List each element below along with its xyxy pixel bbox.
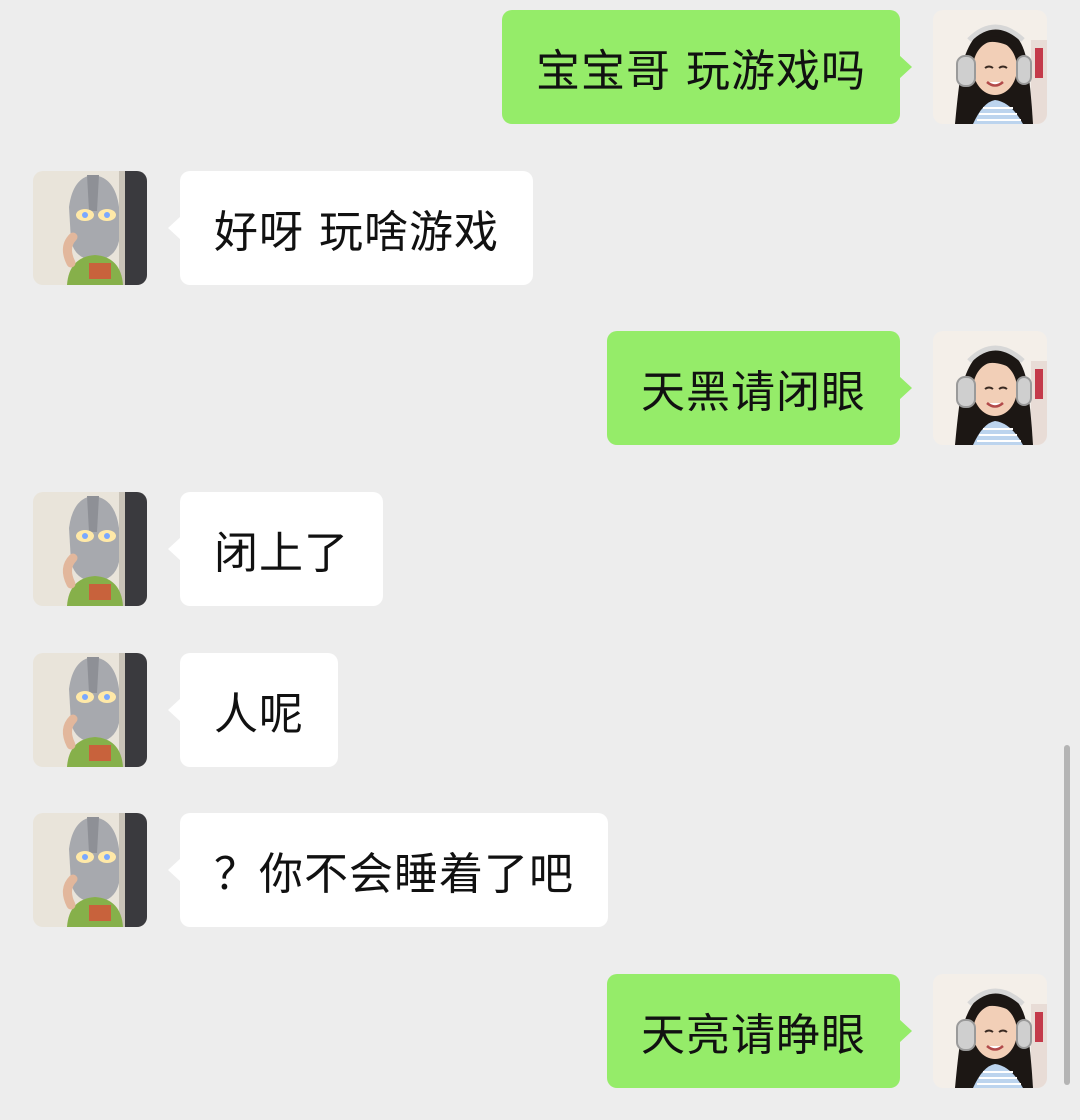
bubble-tail (899, 376, 912, 400)
self-avatar[interactable] (933, 331, 1047, 445)
message-row: 人呢 (0, 653, 1080, 767)
message-bubble-incoming[interactable]: ？你不会睡着了吧 (180, 813, 608, 927)
bubble-tail (899, 55, 912, 79)
self-avatar[interactable] (933, 10, 1047, 124)
message-bubble-incoming[interactable]: 闭上了 (180, 492, 383, 606)
chat-area[interactable]: 宝宝哥 玩游戏吗 好呀 玩啥游戏 天黑请闭眼 闭上了 人呢 ？你不会睡着了吧 天… (0, 0, 1080, 1120)
message-bubble-incoming[interactable]: 人呢 (180, 653, 338, 767)
message-row: 好呀 玩啥游戏 (0, 171, 1080, 285)
message-text: 人呢 (214, 689, 304, 740)
girl-with-headphones-avatar-icon (933, 974, 1047, 1088)
message-row: 天黑请闭眼 (0, 331, 1080, 445)
message-row: 宝宝哥 玩游戏吗 (0, 10, 1080, 124)
girl-with-headphones-avatar-icon (933, 331, 1047, 445)
self-avatar[interactable] (933, 974, 1047, 1088)
message-text: ？你不会睡着了吧 (214, 849, 574, 900)
message-row: 天亮请睁眼 (0, 974, 1080, 1088)
message-row: ？你不会睡着了吧 (0, 813, 1080, 927)
message-bubble-outgoing[interactable]: 宝宝哥 玩游戏吗 (502, 10, 900, 124)
contact-avatar[interactable] (33, 171, 147, 285)
message-row: 闭上了 (0, 492, 1080, 606)
girl-with-headphones-avatar-icon (933, 10, 1047, 124)
message-text: 宝宝哥 玩游戏吗 (536, 46, 866, 97)
message-bubble-incoming[interactable]: 好呀 玩啥游戏 (180, 171, 533, 285)
message-text: 天黑请闭眼 (641, 367, 866, 418)
message-bubble-outgoing[interactable]: 天黑请闭眼 (607, 331, 900, 445)
contact-avatar[interactable] (33, 653, 147, 767)
message-text: 天亮请睁眼 (641, 1010, 866, 1061)
message-bubble-outgoing[interactable]: 天亮请睁眼 (607, 974, 900, 1088)
bubble-tail (899, 1019, 912, 1043)
scrollbar[interactable] (1064, 745, 1070, 1085)
ultraman-mask-avatar-icon (33, 813, 147, 927)
ultraman-mask-avatar-icon (33, 653, 147, 767)
ultraman-mask-avatar-icon (33, 492, 147, 606)
contact-avatar[interactable] (33, 813, 147, 927)
ultraman-mask-avatar-icon (33, 171, 147, 285)
message-text: 好呀 玩啥游戏 (214, 207, 499, 258)
contact-avatar[interactable] (33, 492, 147, 606)
message-text: 闭上了 (214, 528, 349, 579)
